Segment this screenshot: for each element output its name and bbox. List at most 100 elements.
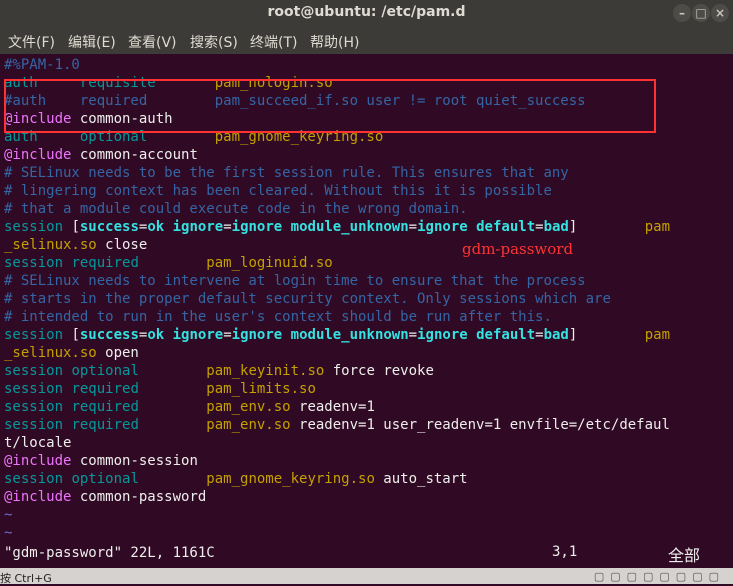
menu-file[interactable]: 文件(F) [8, 32, 55, 52]
menu-help[interactable]: 帮助(H) [310, 32, 359, 52]
editor-token: optional [71, 471, 207, 487]
editor-token: auto_start [374, 471, 468, 487]
vm-device-icons: ▢▢▢▢▢▢▢▢ [593, 570, 725, 583]
editor-token [164, 219, 172, 235]
editor-token: bad [543, 219, 569, 235]
editor-token: readenv=1 user_readenv=1 envfile=/etc/de… [290, 417, 670, 433]
annotation-label: gdm-password [462, 240, 574, 258]
editor-line: session optional pam_keyinit.so force re… [4, 362, 434, 380]
editor-token: pam_loginuid.so [206, 255, 333, 271]
editor-token: pam [644, 219, 671, 235]
editor-token: ] [568, 219, 645, 235]
editor-token: ~ [4, 507, 13, 523]
editor-token: = [408, 219, 418, 235]
editor-token: [ [71, 219, 80, 235]
editor-token: pam [644, 327, 671, 343]
editor-token: common-account [71, 147, 198, 163]
editor-token: pam_limits.so [206, 381, 316, 397]
editor-token: _selinux.so [4, 237, 97, 253]
minimize-icon[interactable]: – [673, 4, 691, 22]
editor-token: pam_env.so [206, 399, 291, 415]
editor-token: ~ [4, 525, 13, 541]
editor-token: ok [147, 327, 165, 343]
editor-token: # starts in the proper default security … [4, 291, 611, 307]
menu-edit[interactable]: 编辑(E) [68, 32, 116, 52]
editor-token: t/locale [4, 435, 72, 451]
editor-line: session required pam_loginuid.so [4, 254, 333, 272]
editor-token: = [535, 219, 544, 235]
editor-token: success [79, 327, 139, 343]
editor-token: session [4, 327, 72, 343]
editor-token: # lingering context has been cleared. Wi… [4, 183, 552, 199]
editor-token: # SELinux needs to be the first session … [4, 165, 569, 181]
editor-token: open [96, 345, 139, 361]
status-file-info: "gdm-password" 22L, 1161C [4, 545, 215, 561]
editor-token: required [71, 399, 207, 415]
editor-token: bad [543, 327, 569, 343]
editor-line: #%PAM-1.0 [4, 56, 80, 74]
editor-token: ignore [417, 219, 468, 235]
editor-token: close [96, 237, 148, 253]
editor-token: ignore [231, 219, 283, 235]
editor-line: session optional pam_gnome_keyring.so au… [4, 470, 468, 488]
editor-line: _selinux.so close [4, 236, 147, 254]
editor-token: _selinux.so [4, 345, 97, 361]
terminal-area[interactable]: #%PAM-1.0 auth requisite pam_nologin.so #a… [0, 54, 733, 568]
editor-token: optional [71, 363, 207, 379]
editor-token: pam_env.so [206, 417, 291, 433]
editor-token [282, 327, 290, 343]
editor-line: @include common-session [4, 452, 198, 470]
editor-token: pam_keyinit.so [206, 363, 325, 379]
editor-token [468, 219, 476, 235]
editor-token: ignore [417, 327, 468, 343]
status-scroll: 全部 [668, 546, 701, 565]
editor-token: ] [568, 327, 645, 343]
editor-token [282, 219, 290, 235]
editor-token: = [535, 327, 544, 343]
editor-token: ignore [172, 327, 224, 343]
editor-line: @include common-account [4, 146, 198, 164]
editor-line: session required pam_env.so readenv=1 [4, 398, 375, 416]
editor-token: session [4, 399, 72, 415]
editor-token: common-session [71, 453, 198, 469]
editor-line: @include common-password [4, 488, 206, 506]
editor-token: force revoke [324, 363, 434, 379]
editor-token: session [4, 381, 72, 397]
editor-line: session required pam_env.so readenv=1 us… [4, 416, 670, 434]
menu-view[interactable]: 查看(V) [128, 32, 177, 52]
editor-token: session [4, 219, 72, 235]
editor-token: module_unknown [290, 327, 409, 343]
editor-token: # intended to run in the user's context … [4, 309, 552, 325]
editor-token: # SELinux needs to intervene at login ti… [4, 273, 586, 289]
editor-line: # intended to run in the user's context … [4, 308, 552, 326]
editor-token: @include [4, 147, 72, 163]
editor-line: # SELinux needs to be the first session … [4, 164, 569, 182]
editor-token: default [476, 219, 536, 235]
editor-line: session [success=ok ignore=ignore module… [4, 218, 670, 236]
editor-line: # lingering context has been cleared. Wi… [4, 182, 552, 200]
window-titlebar: root@ubuntu: /etc/pam.d – □ × [0, 0, 733, 26]
highlight-box [4, 79, 656, 133]
editor-token: # that a module could execute code in th… [4, 201, 468, 217]
editor-line: session required pam_limits.so [4, 380, 316, 398]
menu-bar: 文件(F) 编辑(E) 查看(V) 搜索(S) 终端(T) 帮助(H) [0, 26, 733, 54]
editor-line: # SELinux needs to intervene at login ti… [4, 272, 586, 290]
editor-token: pam_gnome_keyring.so [206, 471, 375, 487]
editor-token: = [223, 327, 232, 343]
editor-token: module_unknown [290, 219, 409, 235]
editor-token: session [4, 471, 72, 487]
editor-token [164, 327, 172, 343]
window-title: root@ubuntu: /etc/pam.d [267, 4, 466, 20]
editor-line: # that a module could execute code in th… [4, 200, 468, 218]
editor-token: [ [71, 327, 80, 343]
close-icon[interactable]: × [711, 4, 729, 22]
menu-search[interactable]: 搜索(S) [190, 32, 238, 52]
maximize-icon[interactable]: □ [692, 4, 710, 22]
editor-token: default [476, 327, 536, 343]
editor-line: ~ [4, 524, 12, 542]
menu-terminal[interactable]: 终端(T) [250, 32, 297, 52]
editor-token: required [71, 381, 207, 397]
editor-token: common-password [71, 489, 207, 505]
editor-token: ignore [172, 219, 224, 235]
editor-token: = [408, 327, 418, 343]
